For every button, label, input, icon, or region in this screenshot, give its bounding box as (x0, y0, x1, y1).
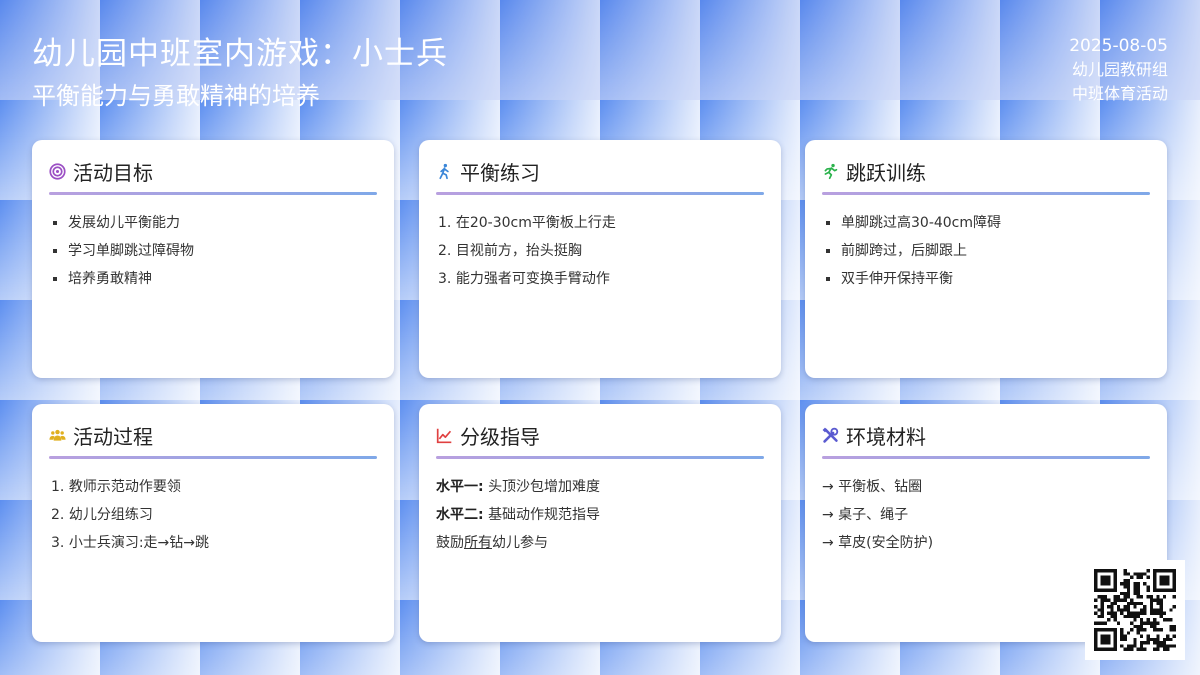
list-item: 学习单脚跳过障碍物 (49, 237, 377, 265)
encourage-row: 鼓励所有幼儿参与 (436, 529, 764, 557)
list-item: 小士兵演习:走→钻→跳 (68, 535, 210, 551)
list-item: → 桌子、绳子 (822, 507, 909, 523)
encourage-pre: 鼓励 (436, 535, 464, 551)
materials-list: → 平衡板、钻圈 → 桌子、绳子 → 草皮(安全防护) (822, 473, 1150, 557)
balance-list: 在20-30cm平衡板上行走 目视前方，抬头挺胸 能力强者可变换手臂动作 (436, 209, 764, 293)
card-process-title: 活动过程 (73, 424, 153, 449)
goals-list: 发展幼儿平衡能力 学习单脚跳过障碍物 培养勇敢精神 (49, 209, 377, 293)
list-item: 前脚跨过，后脚跟上 (822, 237, 1150, 265)
line-chart-icon (436, 428, 452, 443)
list-item: 双手伸开保持平衡 (822, 265, 1150, 293)
card-process: 活动过程 教师示范动作要领 幼儿分组练习 小士兵演习:走→钻→跳 (32, 404, 394, 642)
card-levels: 分级指导 水平一: 头顶沙包增加难度 水平二: 基础动作规范指导 鼓励所有幼儿参… (419, 404, 781, 642)
list-item: → 平衡板、钻圈 (822, 479, 923, 495)
header-meta: 2025-08-05 幼儿园教研组 中班体育活动 (1069, 34, 1168, 106)
activity-type-text: 中班体育活动 (1071, 84, 1168, 103)
tools-icon (822, 427, 839, 443)
list-item: 目视前方，抬头挺胸 (455, 243, 582, 259)
card-materials-title: 环境材料 (846, 424, 926, 449)
card-balance-title: 平衡练习 (460, 160, 540, 185)
list-item: 培养勇敢精神 (49, 265, 377, 293)
encourage-post: 幼儿参与 (492, 535, 548, 551)
card-balance: 平衡练习 在20-30cm平衡板上行走 目视前方，抬头挺胸 能力强者可变换手臂动… (419, 140, 781, 378)
card-goals: 活动目标 发展幼儿平衡能力 学习单脚跳过障碍物 培养勇敢精神 (32, 140, 394, 378)
encourage-emphasis: 所有 (464, 535, 492, 551)
card-divider (822, 192, 1150, 195)
running-person-icon (824, 163, 838, 179)
card-jump-title: 跳跃训练 (846, 160, 926, 185)
card-levels-title: 分级指导 (460, 424, 540, 449)
levels-content: 水平一: 头顶沙包增加难度 水平二: 基础动作规范指导 鼓励所有幼儿参与 (436, 473, 764, 557)
card-divider (49, 192, 377, 195)
process-list: 教师示范动作要领 幼儿分组练习 小士兵演习:走→钻→跳 (49, 473, 377, 557)
level-one-label: 水平一: (436, 479, 484, 495)
card-divider (49, 456, 377, 459)
list-item: 在20-30cm平衡板上行走 (455, 215, 616, 231)
level-two-label: 水平二: (436, 507, 484, 523)
qr-code-icon (1094, 569, 1176, 651)
people-group-icon (49, 429, 66, 441)
card-divider (436, 456, 764, 459)
level-two-row: 水平二: 基础动作规范指导 (436, 501, 764, 529)
page-title: 幼儿园中班室内游戏：小士兵 (32, 36, 448, 72)
walking-person-icon (439, 163, 449, 179)
qr-code[interactable] (1085, 560, 1185, 660)
card-divider (822, 456, 1150, 459)
page-subtitle: 平衡能力与勇敢精神的培养 (32, 82, 320, 110)
card-divider (436, 192, 764, 195)
list-item: 幼儿分组练习 (68, 507, 153, 523)
date-text: 2025-08-05 (1069, 36, 1168, 56)
list-item: 发展幼儿平衡能力 (49, 209, 377, 237)
org-text: 幼儿园教研组 (1071, 60, 1168, 79)
level-one-row: 水平一: 头顶沙包增加难度 (436, 473, 764, 501)
list-item: 教师示范动作要领 (68, 479, 181, 495)
card-goals-title: 活动目标 (73, 160, 153, 185)
list-item: 单脚跳过高30-40cm障碍 (822, 209, 1150, 237)
target-icon (49, 162, 66, 180)
jump-list: 单脚跳过高30-40cm障碍 前脚跨过，后脚跟上 双手伸开保持平衡 (822, 209, 1150, 293)
level-two-text: 基础动作规范指导 (488, 507, 601, 523)
list-item: 能力强者可变换手臂动作 (455, 271, 610, 287)
list-item: → 草皮(安全防护) (822, 535, 934, 551)
card-jump: 跳跃训练 单脚跳过高30-40cm障碍 前脚跨过，后脚跟上 双手伸开保持平衡 (805, 140, 1167, 378)
level-one-text: 头顶沙包增加难度 (488, 479, 601, 495)
